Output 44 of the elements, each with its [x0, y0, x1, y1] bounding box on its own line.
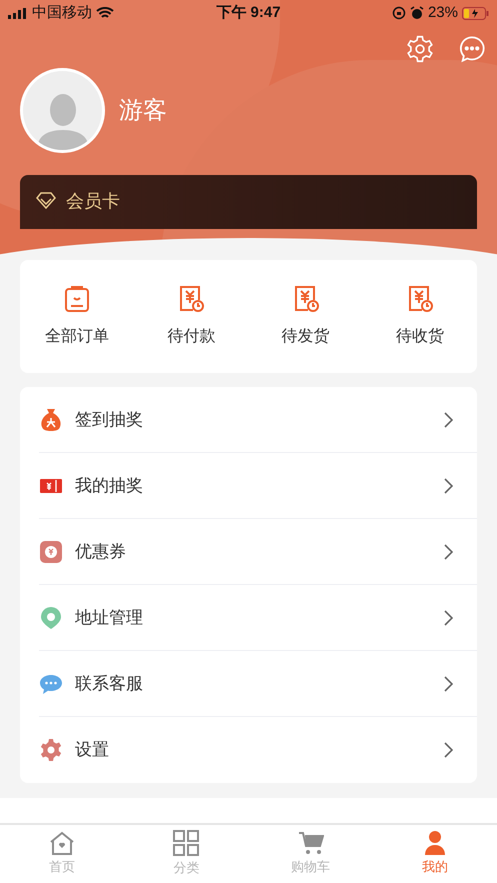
messages-button[interactable]	[457, 34, 487, 64]
battery-icon	[462, 6, 489, 20]
chevron-right-icon	[443, 742, 453, 758]
settings-icon	[406, 35, 434, 63]
wifi-icon	[96, 6, 114, 20]
chat-bubble-icon	[458, 35, 486, 63]
member-card-label: 会员卡	[66, 191, 120, 211]
menu-item[interactable]: 签到抽奖	[75, 406, 443, 432]
coupon-icon	[39, 540, 63, 564]
location-pin-icon	[39, 606, 63, 630]
chevron-right-icon	[443, 676, 453, 692]
chevron-right-icon	[443, 478, 453, 494]
order-status-button[interactable]: 待收货	[362, 260, 477, 374]
grid-icon	[173, 830, 200, 856]
menu-item[interactable]: 联系客服	[75, 670, 443, 696]
gear-icon	[39, 738, 63, 762]
menu-item[interactable]: 地址管理	[75, 604, 443, 630]
prize-bag-icon	[39, 408, 63, 432]
alarm-icon	[410, 6, 424, 20]
receipt-icon	[292, 284, 319, 313]
order-status-button[interactable]: 待发货	[248, 260, 363, 374]
battery-percent: 23%	[428, 2, 458, 23]
home-icon	[49, 831, 76, 856]
cart-icon	[298, 831, 324, 856]
user-icon	[424, 831, 446, 856]
menu-item[interactable]: 设置	[75, 737, 443, 763]
user-name: 游客	[119, 96, 167, 126]
clock-time: 下午 9:47	[215, 2, 282, 23]
signal-icon	[8, 8, 28, 18]
clipboard-icon	[64, 284, 90, 313]
receipt-icon	[406, 284, 433, 313]
diamond-icon	[36, 191, 56, 209]
member-card[interactable]: 会员卡	[20, 175, 477, 229]
chevron-right-icon	[443, 412, 453, 428]
settings-button[interactable]	[405, 34, 435, 64]
order-status-button[interactable]: 全部订单	[20, 260, 134, 374]
chevron-right-icon	[443, 610, 453, 626]
rotation-lock-icon	[392, 6, 406, 20]
chevron-right-icon	[443, 544, 453, 560]
menu-item[interactable]: 我的抽奖	[75, 472, 443, 498]
receipt-icon	[178, 284, 204, 313]
carrier-label: 中国移动	[32, 2, 92, 23]
menu-item[interactable]: 优惠券	[75, 538, 443, 564]
order-status-button[interactable]: 待付款	[134, 260, 248, 374]
